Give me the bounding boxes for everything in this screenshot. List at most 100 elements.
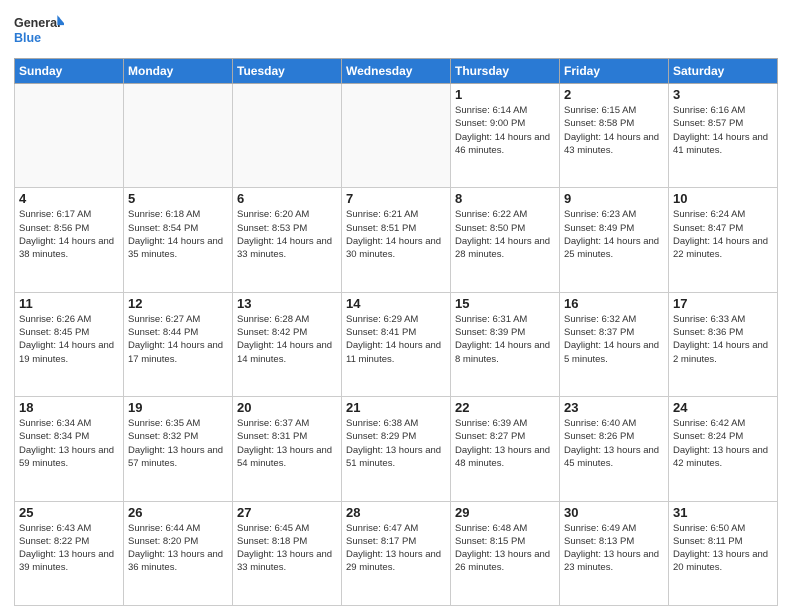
day-info: Sunrise: 6:20 AM Sunset: 8:53 PM Dayligh… <box>237 208 337 261</box>
calendar-cell <box>342 84 451 188</box>
calendar-cell: 12 Sunrise: 6:27 AM Sunset: 8:44 PM Dayli… <box>124 292 233 396</box>
day-number: 23 <box>564 400 664 415</box>
svg-text:Blue: Blue <box>14 31 41 45</box>
day-number: 16 <box>564 296 664 311</box>
day-number: 31 <box>673 505 773 520</box>
calendar-cell: 10 Sunrise: 6:24 AM Sunset: 8:47 PM Dayli… <box>669 188 778 292</box>
weekday-wednesday: Wednesday <box>342 59 451 84</box>
calendar-cell: 4 Sunrise: 6:17 AM Sunset: 8:56 PM Daylig… <box>15 188 124 292</box>
header: General Blue <box>14 10 778 52</box>
calendar-cell: 26 Sunrise: 6:44 AM Sunset: 8:20 PM Dayli… <box>124 501 233 605</box>
calendar-cell: 8 Sunrise: 6:22 AM Sunset: 8:50 PM Daylig… <box>451 188 560 292</box>
day-number: 26 <box>128 505 228 520</box>
day-number: 28 <box>346 505 446 520</box>
calendar-cell: 16 Sunrise: 6:32 AM Sunset: 8:37 PM Dayli… <box>560 292 669 396</box>
weekday-thursday: Thursday <box>451 59 560 84</box>
day-number: 29 <box>455 505 555 520</box>
calendar-cell: 30Sunrise: 6:49 AM Sunset: 8:13 PM Dayli… <box>560 501 669 605</box>
day-info: Sunrise: 6:22 AM Sunset: 8:50 PM Dayligh… <box>455 208 555 261</box>
day-number: 6 <box>237 191 337 206</box>
day-number: 8 <box>455 191 555 206</box>
calendar-cell: 27Sunrise: 6:45 AM Sunset: 8:18 PM Dayli… <box>233 501 342 605</box>
calendar-cell: 9 Sunrise: 6:23 AM Sunset: 8:49 PM Daylig… <box>560 188 669 292</box>
day-number: 2 <box>564 87 664 102</box>
day-number: 18 <box>19 400 119 415</box>
calendar-cell: 25 Sunrise: 6:43 AM Sunset: 8:22 PM Dayli… <box>15 501 124 605</box>
day-info: Sunrise: 6:40 AM Sunset: 8:26 PM Dayligh… <box>564 417 664 470</box>
day-info: Sunrise: 6:14 AM Sunset: 9:00 PM Dayligh… <box>455 104 555 157</box>
day-info: Sunrise: 6:35 AM Sunset: 8:32 PM Dayligh… <box>128 417 228 470</box>
day-number: 7 <box>346 191 446 206</box>
day-number: 12 <box>128 296 228 311</box>
calendar-cell: 28Sunrise: 6:47 AM Sunset: 8:17 PM Dayli… <box>342 501 451 605</box>
calendar-cell: 23 Sunrise: 6:40 AM Sunset: 8:26 PM Dayli… <box>560 397 669 501</box>
day-number: 17 <box>673 296 773 311</box>
day-number: 21 <box>346 400 446 415</box>
day-info: Sunrise: 6:31 AM Sunset: 8:39 PM Dayligh… <box>455 313 555 366</box>
calendar-cell <box>233 84 342 188</box>
day-info: Sunrise: 6:42 AM Sunset: 8:24 PM Dayligh… <box>673 417 773 470</box>
day-info: Sunrise: 6:17 AM Sunset: 8:56 PM Dayligh… <box>19 208 119 261</box>
calendar-cell: 13Sunrise: 6:28 AM Sunset: 8:42 PM Dayli… <box>233 292 342 396</box>
day-number: 13 <box>237 296 337 311</box>
weekday-saturday: Saturday <box>669 59 778 84</box>
calendar-cell: 11 Sunrise: 6:26 AM Sunset: 8:45 PM Dayli… <box>15 292 124 396</box>
day-number: 9 <box>564 191 664 206</box>
calendar-cell <box>15 84 124 188</box>
day-number: 10 <box>673 191 773 206</box>
calendar-cell: 29 Sunrise: 6:48 AM Sunset: 8:15 PM Dayli… <box>451 501 560 605</box>
calendar-cell: 7 Sunrise: 6:21 AM Sunset: 8:51 PM Daylig… <box>342 188 451 292</box>
calendar-cell: 19 Sunrise: 6:35 AM Sunset: 8:32 PM Dayli… <box>124 397 233 501</box>
weekday-monday: Monday <box>124 59 233 84</box>
day-info: Sunrise: 6:16 AM Sunset: 8:57 PM Dayligh… <box>673 104 773 157</box>
day-number: 22 <box>455 400 555 415</box>
day-info: Sunrise: 6:23 AM Sunset: 8:49 PM Dayligh… <box>564 208 664 261</box>
day-number: 25 <box>19 505 119 520</box>
day-info: Sunrise: 6:38 AM Sunset: 8:29 PM Dayligh… <box>346 417 446 470</box>
day-info: Sunrise: 6:18 AM Sunset: 8:54 PM Dayligh… <box>128 208 228 261</box>
calendar-table: SundayMondayTuesdayWednesdayThursdayFrid… <box>14 58 778 606</box>
day-info: Sunrise: 6:39 AM Sunset: 8:27 PM Dayligh… <box>455 417 555 470</box>
week-row-2: 4 Sunrise: 6:17 AM Sunset: 8:56 PM Daylig… <box>15 188 778 292</box>
day-number: 4 <box>19 191 119 206</box>
day-number: 20 <box>237 400 337 415</box>
day-info: Sunrise: 6:24 AM Sunset: 8:47 PM Dayligh… <box>673 208 773 261</box>
day-info: Sunrise: 6:34 AM Sunset: 8:34 PM Dayligh… <box>19 417 119 470</box>
day-info: Sunrise: 6:26 AM Sunset: 8:45 PM Dayligh… <box>19 313 119 366</box>
calendar-cell: 15Sunrise: 6:31 AM Sunset: 8:39 PM Dayli… <box>451 292 560 396</box>
weekday-sunday: Sunday <box>15 59 124 84</box>
day-info: Sunrise: 6:44 AM Sunset: 8:20 PM Dayligh… <box>128 522 228 575</box>
week-row-1: 1Sunrise: 6:14 AM Sunset: 9:00 PM Daylig… <box>15 84 778 188</box>
day-info: Sunrise: 6:37 AM Sunset: 8:31 PM Dayligh… <box>237 417 337 470</box>
day-info: Sunrise: 6:48 AM Sunset: 8:15 PM Dayligh… <box>455 522 555 575</box>
calendar-cell: 5 Sunrise: 6:18 AM Sunset: 8:54 PM Daylig… <box>124 188 233 292</box>
day-info: Sunrise: 6:21 AM Sunset: 8:51 PM Dayligh… <box>346 208 446 261</box>
day-info: Sunrise: 6:15 AM Sunset: 8:58 PM Dayligh… <box>564 104 664 157</box>
calendar-cell: 21 Sunrise: 6:38 AM Sunset: 8:29 PM Dayli… <box>342 397 451 501</box>
calendar-cell: 17 Sunrise: 6:33 AM Sunset: 8:36 PM Dayli… <box>669 292 778 396</box>
day-number: 27 <box>237 505 337 520</box>
day-number: 19 <box>128 400 228 415</box>
day-number: 5 <box>128 191 228 206</box>
day-number: 24 <box>673 400 773 415</box>
day-number: 14 <box>346 296 446 311</box>
day-info: Sunrise: 6:43 AM Sunset: 8:22 PM Dayligh… <box>19 522 119 575</box>
day-number: 11 <box>19 296 119 311</box>
calendar-cell: 18 Sunrise: 6:34 AM Sunset: 8:34 PM Dayli… <box>15 397 124 501</box>
calendar-cell: 2 Sunrise: 6:15 AM Sunset: 8:58 PM Daylig… <box>560 84 669 188</box>
calendar-cell: 24 Sunrise: 6:42 AM Sunset: 8:24 PM Dayli… <box>669 397 778 501</box>
day-number: 30 <box>564 505 664 520</box>
week-row-3: 11 Sunrise: 6:26 AM Sunset: 8:45 PM Dayli… <box>15 292 778 396</box>
week-row-5: 25 Sunrise: 6:43 AM Sunset: 8:22 PM Dayli… <box>15 501 778 605</box>
page: General Blue SundayMondayTuesdayWednesda… <box>0 0 792 612</box>
calendar-cell: 20 Sunrise: 6:37 AM Sunset: 8:31 PM Dayli… <box>233 397 342 501</box>
logo: General Blue <box>14 10 64 52</box>
calendar-cell: 14 Sunrise: 6:29 AM Sunset: 8:41 PM Dayli… <box>342 292 451 396</box>
day-info: Sunrise: 6:29 AM Sunset: 8:41 PM Dayligh… <box>346 313 446 366</box>
day-info: Sunrise: 6:32 AM Sunset: 8:37 PM Dayligh… <box>564 313 664 366</box>
calendar-cell <box>124 84 233 188</box>
svg-text:General: General <box>14 16 61 30</box>
day-info: Sunrise: 6:33 AM Sunset: 8:36 PM Dayligh… <box>673 313 773 366</box>
week-row-4: 18 Sunrise: 6:34 AM Sunset: 8:34 PM Dayli… <box>15 397 778 501</box>
day-info: Sunrise: 6:27 AM Sunset: 8:44 PM Dayligh… <box>128 313 228 366</box>
